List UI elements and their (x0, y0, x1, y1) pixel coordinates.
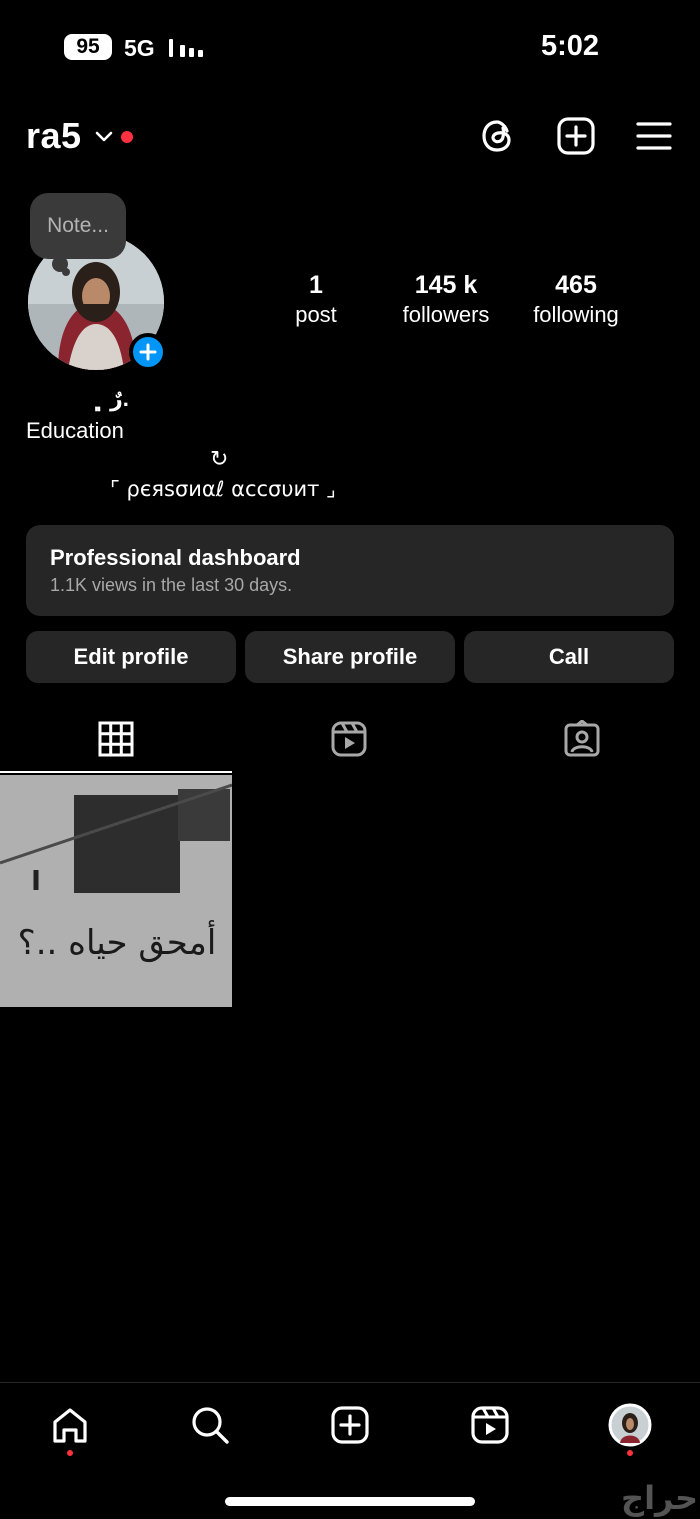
home-icon[interactable] (50, 1405, 90, 1445)
watermark-text: حراج (621, 1479, 698, 1517)
active-tab-indicator (0, 771, 232, 773)
add-story-button[interactable] (129, 333, 167, 371)
notification-dot (121, 131, 133, 143)
reels-nav-icon[interactable] (470, 1405, 510, 1445)
posts-count[interactable]: 1 post (246, 270, 386, 330)
battery-indicator: 95 (64, 34, 112, 60)
note-bubble[interactable]: Note... (30, 193, 126, 259)
chevron-down-icon[interactable] (92, 124, 116, 148)
professional-dashboard[interactable]: Professional dashboard 1.1K views in the… (26, 525, 674, 616)
posts-label: post (295, 302, 337, 327)
bio-refresh-glyph: ↻ (210, 446, 229, 471)
network-type: 5G (124, 35, 155, 61)
threads-icon[interactable] (478, 116, 518, 156)
create-icon[interactable] (330, 1405, 370, 1445)
account-switcher[interactable]: ra5 (26, 115, 82, 157)
following-count[interactable]: 465 following (506, 270, 646, 330)
share-profile-button[interactable]: Share profile (245, 631, 455, 683)
grid-icon[interactable] (97, 720, 135, 758)
bottom-nav: حراج (0, 1382, 700, 1519)
home-indicator (225, 1497, 475, 1506)
post-image (0, 775, 232, 1007)
status-bar: 95 5G 5:02 (0, 0, 700, 95)
followers-label: followers (402, 302, 490, 327)
following-value: 465 (555, 271, 597, 299)
display-name: رٌ ﮼. (91, 386, 129, 411)
profile-notification-dot (627, 1450, 633, 1456)
reels-icon[interactable] (330, 720, 368, 758)
plus-icon (139, 343, 157, 361)
posts-value: 1 (309, 271, 323, 299)
followers-value: 145 k (414, 271, 478, 299)
post-thumbnail[interactable]: أمحق حياه ..؟ (0, 775, 232, 1007)
signal-icon (169, 39, 203, 57)
search-icon[interactable] (190, 1405, 230, 1445)
following-label: following (533, 302, 619, 327)
note-bubble-tail-small (62, 268, 70, 276)
clock: 5:02 (540, 30, 600, 62)
bio-text: ⌜ ρєяѕσиαℓ αccσυит ⌟ (110, 477, 336, 501)
create-plus-icon[interactable] (556, 116, 596, 156)
home-notification-dot (67, 1450, 73, 1456)
profile-category: Education (26, 418, 124, 443)
call-button[interactable]: Call (464, 631, 674, 683)
haraj-watermark: حراج (498, 1479, 698, 1517)
dashboard-title: Professional dashboard (50, 545, 301, 570)
followers-count[interactable]: 145 k followers (376, 270, 516, 330)
dashboard-subtitle: 1.1K views in the last 30 days. (50, 575, 293, 595)
edit-profile-button[interactable]: Edit profile (26, 631, 236, 683)
tagged-icon[interactable] (563, 720, 601, 758)
profile-nav-avatar[interactable] (608, 1403, 652, 1447)
menu-icon[interactable] (634, 116, 674, 156)
post-caption-art: أمحق حياه ..؟ (17, 923, 217, 963)
